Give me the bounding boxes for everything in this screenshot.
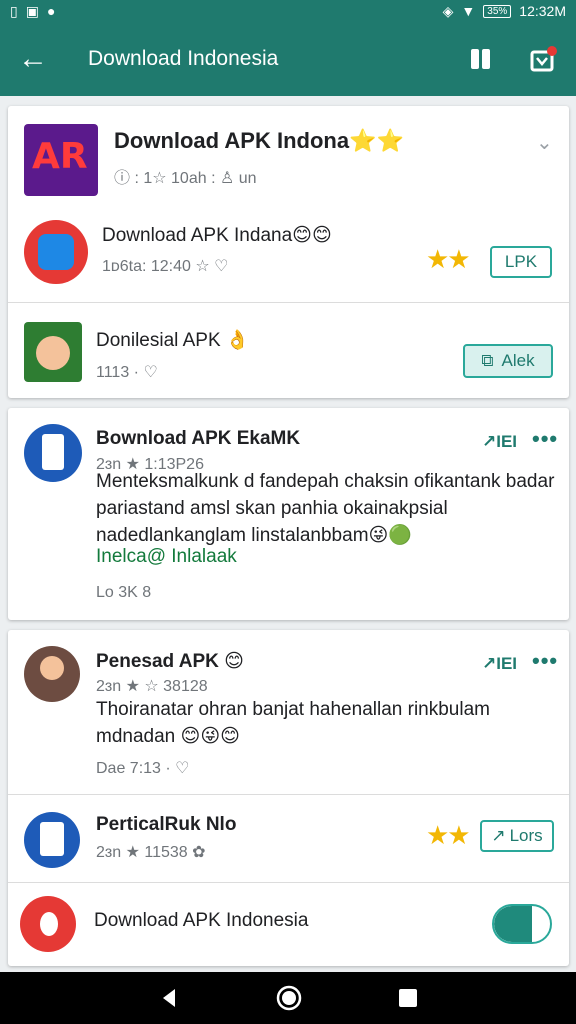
divider (8, 302, 569, 303)
signal-icon: ▼ (461, 3, 476, 19)
status-bar: ▯ ▣ ● ◈ ▼ 35% 12:32M (0, 0, 576, 22)
rating-stars: ★★ (426, 820, 471, 850)
sim-icon: ▯ (10, 2, 18, 19)
post-body: Thoiranatar ohran banjat hahenallan rink… (96, 699, 490, 747)
apps-card: AR Download APK Indona⭐⭐ ⓘ : 1☆ 10ah : ♙… (8, 106, 569, 398)
recents-nav-icon[interactable] (397, 987, 419, 1009)
item-title: PerticalRuk Nlo (96, 814, 237, 835)
list-item[interactable]: PerticalRuk Nlo 2ɜn ★ 11538 ✿ ★★ ↗ Lors (8, 796, 569, 880)
system-navigation-bar (0, 972, 576, 1024)
post-footer: Lo 3K 8 (96, 584, 152, 601)
app-store-icon: ⧉ (481, 351, 494, 370)
bookmarks-icon[interactable] (466, 44, 496, 74)
post-card: Bownload APK EkaMK 2ɜn ★ 1:13P26 ↗IEI ••… (8, 408, 569, 620)
toggle-switch[interactable] (492, 904, 552, 944)
app-icon (24, 812, 80, 868)
post-link[interactable]: Inelca@ Inlalaak (96, 546, 237, 568)
shopping-bag-icon[interactable] (528, 44, 558, 74)
item-title: Donilesial APK 👌 (96, 330, 250, 351)
trending-badge[interactable]: ↗IEI (482, 654, 517, 674)
post-meta: 2ɜn ★ ☆ 38128 (96, 678, 208, 695)
install-button[interactable]: LPK (490, 246, 552, 278)
divider (8, 882, 569, 883)
app-logo-icon (20, 896, 76, 952)
battery-indicator: 35% (483, 4, 512, 18)
list-item[interactable]: Download APK Indana😊😊 1ᴅ6ta: 12:40 ☆ ♡ ★… (8, 206, 569, 302)
post-footer: Dae 7:13 · ♡ (96, 760, 190, 777)
avatar (24, 646, 80, 702)
item-title: Download APK Indana😊😊 (102, 225, 332, 246)
item-title: Download APK Indona⭐⭐ (114, 128, 404, 153)
app-icon: AR (24, 124, 98, 196)
wifi-icon: ◈ (442, 2, 454, 19)
home-nav-icon[interactable] (275, 984, 303, 1012)
back-nav-icon[interactable] (157, 986, 181, 1010)
trend-icon: ↗ (491, 826, 506, 845)
item-meta: 1ᴅ6ta: 12:40 ☆ ♡ (102, 258, 229, 275)
back-arrow-icon[interactable]: ← (18, 42, 58, 76)
clock: 12:32M (519, 3, 566, 19)
avatar (24, 424, 82, 482)
post-title: Penesad APK 😊 (96, 651, 244, 672)
item-meta: 2ɜn ★ 11538 ✿ (96, 844, 206, 861)
list-item[interactable]: Donilesial APK 👌 1113 · ♡ ⧉ Alek (8, 304, 569, 398)
banner-row[interactable]: Download APK Indonesia (8, 884, 569, 966)
trending-badge[interactable]: ↗IEI (482, 432, 517, 452)
more-options-icon[interactable]: ••• (532, 426, 558, 452)
item-meta: 1113 · ♡ (96, 364, 158, 381)
post-title: Bownload APK EkaMK (96, 428, 301, 449)
item-meta: ⓘ : 1☆ 10ah : ♙ un (114, 170, 257, 187)
install-button[interactable]: ↗ Lors (480, 820, 554, 852)
app-icon (24, 220, 88, 284)
app-icon (24, 322, 82, 382)
feed-card: Penesad APK 😊 2ɜn ★ ☆ 38128 ↗IEI ••• Tho… (8, 630, 569, 966)
page-title: Download Indonesia (88, 47, 279, 70)
notification-icon: ● (46, 3, 56, 19)
chevron-down-icon[interactable]: ⌄ (536, 130, 553, 155)
rating-stars: ★★ (426, 244, 471, 274)
more-options-icon[interactable]: ••• (532, 648, 558, 674)
list-item[interactable]: AR Download APK Indona⭐⭐ ⓘ : 1☆ 10ah : ♙… (8, 106, 569, 202)
install-button[interactable]: ⧉ Alek (463, 344, 553, 378)
divider (8, 794, 569, 795)
app-bar: ← Download Indonesia (0, 22, 576, 96)
post-body: Menteksmalkunk d fandepah chaksin ofikan… (96, 471, 555, 546)
banner-title: Download APK Indonesia (94, 910, 309, 931)
image-icon: ▣ (25, 2, 39, 19)
